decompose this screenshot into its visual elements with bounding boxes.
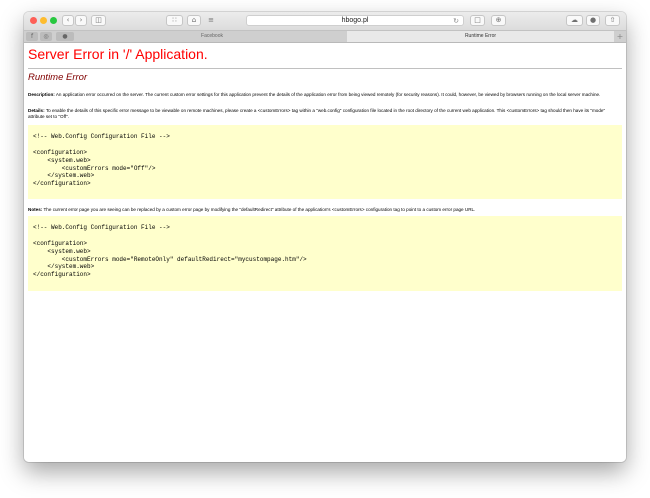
code-block-config-remoteonly: <!-- Web.Config Configuration File --> <…: [28, 216, 622, 291]
reader-icon[interactable]: ≡: [204, 15, 218, 26]
notes-label: Notes:: [28, 207, 43, 212]
divider: [28, 68, 622, 69]
sidebar-icon[interactable]: ◫: [91, 15, 106, 26]
upload-icon[interactable]: ⇧: [605, 15, 620, 26]
reload-icon[interactable]: ↻: [453, 16, 459, 26]
forward-arrow-icon[interactable]: ›: [75, 15, 87, 26]
details-text: To enable the details of this specific e…: [28, 108, 606, 119]
details-paragraph: Details: To enable the details of this s…: [28, 108, 618, 120]
code-block-config-off: <!-- Web.Config Configuration File --> <…: [28, 125, 622, 199]
tab-runtime-error[interactable]: Runtime Error: [347, 31, 614, 42]
zoom-button[interactable]: [50, 17, 57, 24]
address-bar[interactable]: hbogo.pl ↻: [246, 15, 464, 26]
cloud-icon[interactable]: ☁: [566, 15, 583, 26]
back-arrow-icon[interactable]: ‹: [62, 15, 74, 26]
notes-paragraph: Notes: The current error page you are se…: [28, 207, 618, 213]
share-icon[interactable]: □: [470, 15, 485, 26]
page-content: Server Error in '/' Application. Runtime…: [24, 43, 626, 462]
page-title: Server Error in '/' Application.: [28, 46, 208, 62]
instagram-icon[interactable]: ◎: [40, 32, 52, 41]
browser-window: ‹ › ◫ ∷ ⌂ ≡ hbogo.pl ↻ □ ⊕ ☁ ● ⇧ f ◎ ● F…: [24, 12, 626, 462]
description-label: Description:: [28, 92, 55, 97]
pinned-tab[interactable]: ●: [56, 32, 74, 41]
new-tab-button[interactable]: +: [614, 31, 626, 42]
error-subtitle: Runtime Error: [28, 72, 88, 83]
description-text: An application error occurred on the ser…: [55, 92, 601, 97]
tab-bar: f ◎ ● Facebook Runtime Error +: [24, 31, 626, 43]
tab-facebook[interactable]: Facebook: [77, 31, 347, 42]
close-button[interactable]: [30, 17, 37, 24]
browser-toolbar: ‹ › ◫ ∷ ⌂ ≡ hbogo.pl ↻ □ ⊕ ☁ ● ⇧: [24, 12, 626, 31]
notes-text: The current error page you are seeing ca…: [43, 207, 476, 212]
home-icon[interactable]: ⌂: [187, 15, 201, 26]
description-paragraph: Description: An application error occurr…: [28, 92, 618, 98]
tabs-grid-icon[interactable]: ∷: [166, 15, 183, 26]
history-icon[interactable]: ⊕: [491, 15, 506, 26]
minimize-button[interactable]: [40, 17, 47, 24]
details-label: Details:: [28, 108, 45, 113]
shield-icon[interactable]: ●: [586, 15, 600, 26]
address-text: hbogo.pl: [341, 17, 369, 24]
facebook-icon[interactable]: f: [26, 32, 38, 41]
